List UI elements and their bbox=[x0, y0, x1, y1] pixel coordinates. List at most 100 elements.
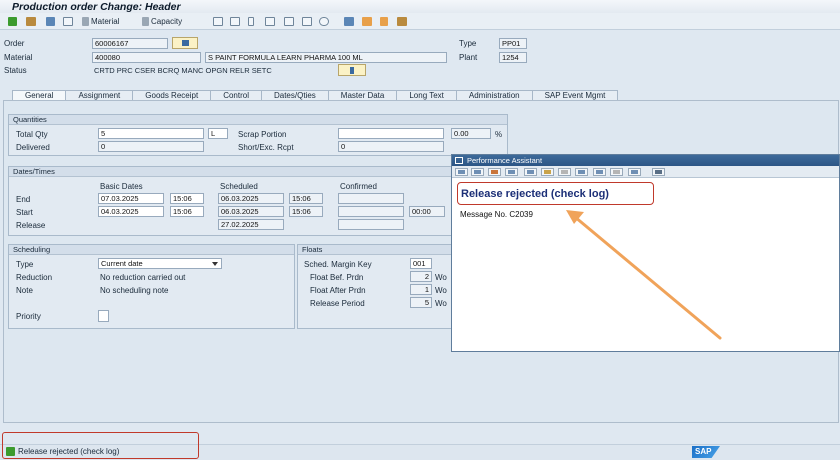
material-button[interactable]: Material bbox=[82, 16, 119, 27]
performance-assistant-title: Performance Assistant bbox=[467, 156, 543, 165]
release-period-unit: Wo bbox=[435, 299, 447, 308]
back-icon[interactable] bbox=[455, 168, 468, 176]
unit-field[interactable]: L bbox=[208, 128, 228, 139]
comment-icon[interactable] bbox=[319, 16, 329, 27]
component-icon[interactable] bbox=[213, 16, 223, 27]
message-number: Message No. C2039 bbox=[460, 210, 533, 219]
scheduled-header: Scheduled bbox=[220, 182, 258, 191]
list-orange-icon[interactable] bbox=[380, 16, 388, 27]
copy-icon[interactable] bbox=[302, 16, 312, 27]
info-icon bbox=[350, 66, 354, 74]
document-icon[interactable] bbox=[575, 168, 588, 176]
capacity-button[interactable]: Capacity bbox=[142, 16, 182, 27]
release-period-field: 5 bbox=[410, 297, 432, 308]
status-label: Status bbox=[4, 66, 27, 75]
window-icon bbox=[455, 157, 463, 164]
float-after-label: Float After Prdn bbox=[310, 286, 366, 295]
priority-field[interactable] bbox=[98, 310, 109, 322]
chevron-down-icon bbox=[212, 262, 218, 266]
search-icon[interactable] bbox=[558, 168, 571, 176]
scrap-portion-field[interactable] bbox=[338, 128, 444, 139]
list-icon[interactable] bbox=[248, 16, 254, 27]
reduction-label: Reduction bbox=[16, 273, 53, 282]
scheduling-type-label: Type bbox=[16, 260, 34, 269]
home-icon[interactable] bbox=[488, 168, 501, 176]
start-confirmed-date-field bbox=[338, 206, 404, 217]
forward-icon[interactable] bbox=[471, 168, 484, 176]
release-scheduled-date-field: 27.02.2025 bbox=[218, 219, 284, 230]
float-after-field: 1 bbox=[410, 284, 432, 295]
plant-field[interactable]: 1254 bbox=[499, 52, 527, 63]
order-label: Order bbox=[4, 39, 25, 48]
settings-icon[interactable] bbox=[63, 16, 73, 27]
margin-key-field[interactable]: 001 bbox=[410, 258, 432, 269]
status-info-button[interactable] bbox=[338, 64, 366, 76]
quantities-title: Quantities bbox=[9, 115, 507, 125]
success-check-icon bbox=[6, 447, 15, 456]
sequence-icon[interactable] bbox=[265, 16, 275, 27]
start-basic-date-field[interactable]: 04.03.2025 bbox=[98, 206, 164, 217]
save-icon[interactable] bbox=[46, 16, 55, 27]
scheduling-title: Scheduling bbox=[9, 245, 294, 255]
order-field[interactable]: 60006167 bbox=[92, 38, 168, 49]
release-confirmed-date-field bbox=[338, 219, 404, 230]
material-field[interactable]: 400080 bbox=[92, 52, 201, 63]
short-exc-rcpt-field: 0 bbox=[338, 141, 444, 152]
total-qty-label: Total Qty bbox=[16, 130, 48, 139]
reduction-value: No reduction carried out bbox=[100, 273, 186, 282]
order-edit-button[interactable] bbox=[172, 37, 198, 49]
table-icon[interactable] bbox=[344, 16, 354, 27]
grid-icon[interactable] bbox=[397, 16, 407, 27]
note-icon[interactable] bbox=[610, 168, 623, 176]
performance-assistant-titlebar[interactable]: Performance Assistant bbox=[452, 155, 839, 166]
doc-icon[interactable] bbox=[284, 16, 294, 27]
delivered-label: Delivered bbox=[16, 143, 50, 152]
start-scheduled-date-field: 06.03.2025 bbox=[218, 206, 284, 217]
priority-label: Priority bbox=[16, 312, 41, 321]
start-confirmed-time-field: 00:00 bbox=[409, 206, 445, 217]
end-basic-time-field[interactable]: 15:06 bbox=[170, 193, 204, 204]
status-message[interactable]: Release rejected (check log) bbox=[18, 447, 119, 456]
header-icon[interactable] bbox=[26, 16, 36, 27]
dates-times-title: Dates/Times bbox=[9, 167, 507, 177]
material-label: Material bbox=[4, 53, 33, 62]
print-icon[interactable] bbox=[628, 168, 641, 176]
end-confirmed-date-field bbox=[338, 193, 404, 204]
material-description-field: S PAINT FORMULA LEARN PHARMA 100 ML bbox=[205, 52, 447, 63]
edit-icon bbox=[181, 40, 189, 46]
error-heading: Release rejected (check log) bbox=[461, 188, 609, 200]
flag-icon[interactable] bbox=[8, 16, 17, 27]
margin-key-label: Sched. Margin Key bbox=[304, 260, 372, 269]
window-title: Production order Change: Header bbox=[12, 1, 181, 13]
status-value: CRTD PRC CSER BCRQ MANC OPGN RELR SETC bbox=[94, 66, 272, 75]
end-label: End bbox=[16, 195, 31, 204]
application-toolbar: Material Capacity bbox=[0, 13, 840, 30]
start-scheduled-time-field: 15:06 bbox=[289, 206, 323, 217]
scheduling-type-select[interactable]: Current date bbox=[98, 258, 222, 269]
end-scheduled-date-field: 06.03.2025 bbox=[218, 193, 284, 204]
bookmark-icon[interactable] bbox=[541, 168, 554, 176]
type-label: Type bbox=[459, 39, 477, 48]
tree-icon[interactable] bbox=[505, 168, 518, 176]
delivered-field: 0 bbox=[98, 141, 204, 152]
close-icon[interactable] bbox=[652, 168, 665, 176]
hierarchy-icon[interactable] bbox=[362, 16, 372, 27]
print-icon[interactable] bbox=[230, 16, 240, 27]
performance-assistant-toolbar bbox=[452, 166, 839, 178]
release-period-label: Release Period bbox=[310, 299, 365, 308]
end-basic-date-field[interactable]: 07.03.2025 bbox=[98, 193, 164, 204]
edit-icon[interactable] bbox=[524, 168, 537, 176]
performance-assistant-window: Performance Assistant Release rejected (… bbox=[451, 154, 840, 352]
float-after-unit: Wo bbox=[435, 286, 447, 295]
percent-sign: % bbox=[495, 130, 503, 139]
scrap-percent-field: 0.00 bbox=[451, 128, 491, 139]
start-basic-time-field[interactable]: 15:06 bbox=[170, 206, 204, 217]
total-qty-field[interactable]: 5 bbox=[98, 128, 204, 139]
confirmed-header: Confirmed bbox=[340, 182, 377, 191]
float-before-unit: Wo bbox=[435, 273, 447, 282]
float-before-field: 2 bbox=[410, 271, 432, 282]
scheduling-type-value: Current date bbox=[101, 259, 143, 268]
note-label: Note bbox=[16, 286, 33, 295]
pin-icon[interactable] bbox=[593, 168, 606, 176]
type-field[interactable]: PP01 bbox=[499, 38, 527, 49]
